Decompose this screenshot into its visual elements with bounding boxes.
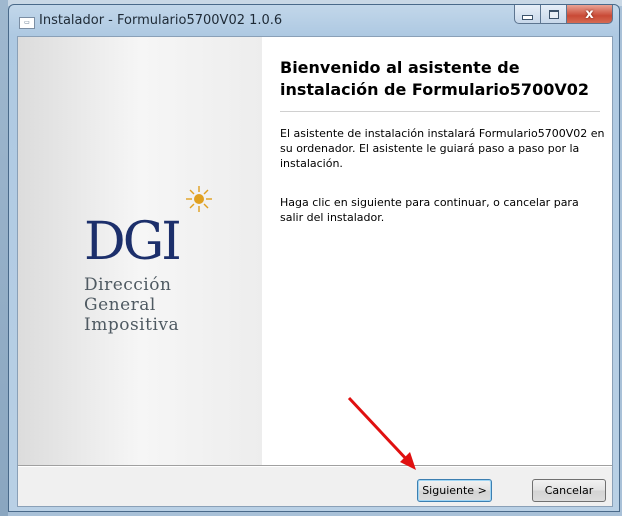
installer-client-area: DGI Dirección General Impositiva Bienven… xyxy=(17,36,613,507)
installer-window: ▭ Instalador - Formulario5700V02 1.0.6 x xyxy=(8,4,620,512)
heading-divider xyxy=(280,111,600,112)
window-title: Instalador - Formulario5700V02 1.0.6 xyxy=(39,13,283,28)
installer-app-icon[interactable]: ▭ xyxy=(19,17,35,29)
window-controls: x xyxy=(514,5,613,25)
logo-line-impositiva: Impositiva xyxy=(84,315,180,335)
maximize-icon xyxy=(548,9,559,19)
close-button[interactable]: x xyxy=(567,5,613,24)
dgi-acronym: DGI xyxy=(84,212,179,272)
welcome-content: Bienvenido al asistente de instalación d… xyxy=(262,37,612,465)
dgi-logo: DGI Dirección General Impositiva xyxy=(84,185,234,345)
footer-divider-highlight xyxy=(18,466,612,467)
minimize-button[interactable] xyxy=(514,5,541,24)
welcome-heading: Bienvenido al asistente de instalación d… xyxy=(280,58,589,99)
instructions-paragraph: Haga clic en siguiente para continuar, o… xyxy=(280,196,579,224)
title-bar[interactable]: ▭ Instalador - Formulario5700V02 1.0.6 x xyxy=(9,5,619,37)
next-button[interactable]: Siguiente > xyxy=(417,479,492,502)
sun-icon xyxy=(186,186,212,212)
dgi-emblem: DGI xyxy=(84,186,212,272)
maximize-button[interactable] xyxy=(541,5,567,24)
side-banner: DGI Dirección General Impositiva xyxy=(18,37,262,465)
intro-paragraph: El asistente de instalación instalará Fo… xyxy=(280,127,605,170)
cancel-button[interactable]: Cancelar xyxy=(532,479,606,502)
close-icon: x xyxy=(585,6,594,22)
desktop-background-left xyxy=(0,0,8,516)
logo-line-general: General xyxy=(84,295,156,315)
minimize-icon xyxy=(522,14,533,20)
logo-line-direccion: Dirección xyxy=(84,275,172,295)
